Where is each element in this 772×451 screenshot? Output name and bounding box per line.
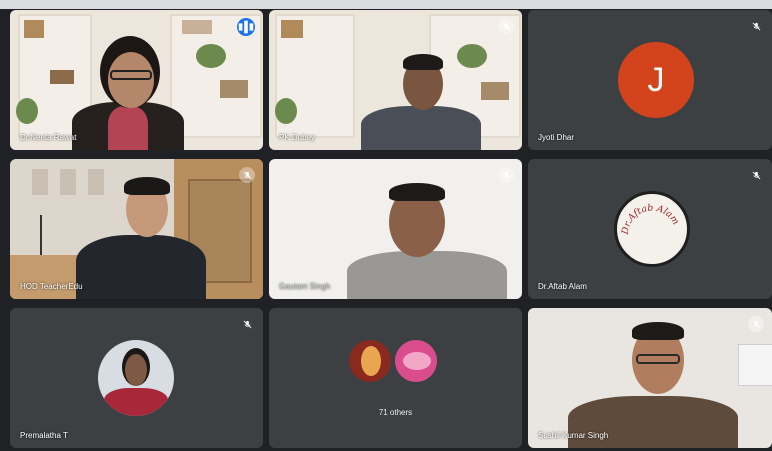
- video-background: [10, 10, 263, 150]
- avatar: [98, 340, 174, 416]
- participant-tile-sushil-kumar-singh[interactable]: Sushil Kumar Singh: [528, 308, 772, 448]
- video-background: [528, 308, 772, 448]
- mic-off-icon: [748, 316, 764, 332]
- video-background: [269, 10, 522, 150]
- shelf-item: [220, 80, 248, 98]
- video-background: [269, 159, 522, 299]
- speaking-indicator-icon: [237, 18, 255, 36]
- shelf-item: [182, 20, 212, 34]
- top-strip: [0, 0, 772, 9]
- person-body: [361, 106, 481, 150]
- others-avatar: [393, 338, 439, 384]
- participant-name: Sushil Kumar Singh: [538, 431, 609, 440]
- participant-name: Dr.Neeta Rawat: [20, 133, 77, 142]
- wall-frame: [738, 344, 772, 386]
- person-body: [347, 251, 507, 299]
- mic-off-icon: [239, 167, 255, 183]
- shelf-item: [481, 82, 509, 100]
- person-face: [108, 52, 154, 108]
- person-body: [568, 396, 738, 448]
- shelf-item: [281, 20, 303, 38]
- participant-tile-gautam-singh[interactable]: Gautam Singh: [269, 159, 522, 299]
- svg-text:Dr.Aftab Alam: Dr.Aftab Alam: [620, 202, 682, 236]
- mic-off-icon: [498, 18, 514, 34]
- participant-tile-pk-dubey[interactable]: PK Dubey: [269, 10, 522, 150]
- participant-tile-hod-teacheredu[interactable]: HOD TeacherEdu: [10, 159, 263, 299]
- others-count: 71 others: [378, 408, 413, 417]
- participant-tile-premalatha[interactable]: Premalatha T: [10, 308, 263, 448]
- glasses: [636, 354, 680, 364]
- video-background: [10, 159, 263, 299]
- wall-art: [60, 169, 76, 195]
- scarf: [108, 106, 148, 150]
- shelf-item: [24, 20, 44, 38]
- avatar: Dr.Aftab Alam: [614, 191, 690, 267]
- others-avatar: [347, 338, 393, 384]
- person-body: [76, 235, 206, 299]
- mic-off-icon: [748, 167, 764, 183]
- person-hair: [632, 322, 684, 340]
- participant-name: HOD TeacherEdu: [20, 282, 83, 291]
- shelf-item: [50, 70, 74, 84]
- person-hair: [403, 54, 443, 70]
- person-hair: [124, 177, 170, 195]
- person-hair: [389, 183, 445, 201]
- avatar: J: [618, 42, 694, 118]
- mic-off-icon: [748, 18, 764, 34]
- glasses: [110, 70, 152, 80]
- plant: [275, 98, 297, 124]
- mic-off-icon: [239, 316, 255, 332]
- participant-name: PK Dubey: [279, 133, 316, 142]
- plant: [196, 44, 226, 68]
- wall-art: [88, 169, 104, 195]
- others-tile[interactable]: 71 others: [269, 308, 522, 448]
- participant-tile-jyoti-dhar[interactable]: J Jyoti Dhar: [528, 10, 772, 150]
- participant-name: Premalatha T: [20, 431, 68, 440]
- participant-tile-neeta-rawat[interactable]: Dr.Neeta Rawat: [10, 10, 263, 150]
- participant-name: Dr.Aftab Alam: [538, 282, 587, 291]
- avatar-logo: Dr.Aftab Alam: [620, 202, 682, 236]
- plant: [457, 44, 487, 68]
- wall-art: [32, 169, 48, 195]
- participant-tile-aftab-alam[interactable]: Dr.Aftab Alam Dr.Aftab Alam: [528, 159, 772, 299]
- mic-off-icon: [498, 167, 514, 183]
- plant: [16, 98, 38, 124]
- participant-name: Jyoti Dhar: [538, 133, 575, 142]
- participant-name: Gautam Singh: [279, 282, 331, 291]
- lamp: [40, 215, 42, 255]
